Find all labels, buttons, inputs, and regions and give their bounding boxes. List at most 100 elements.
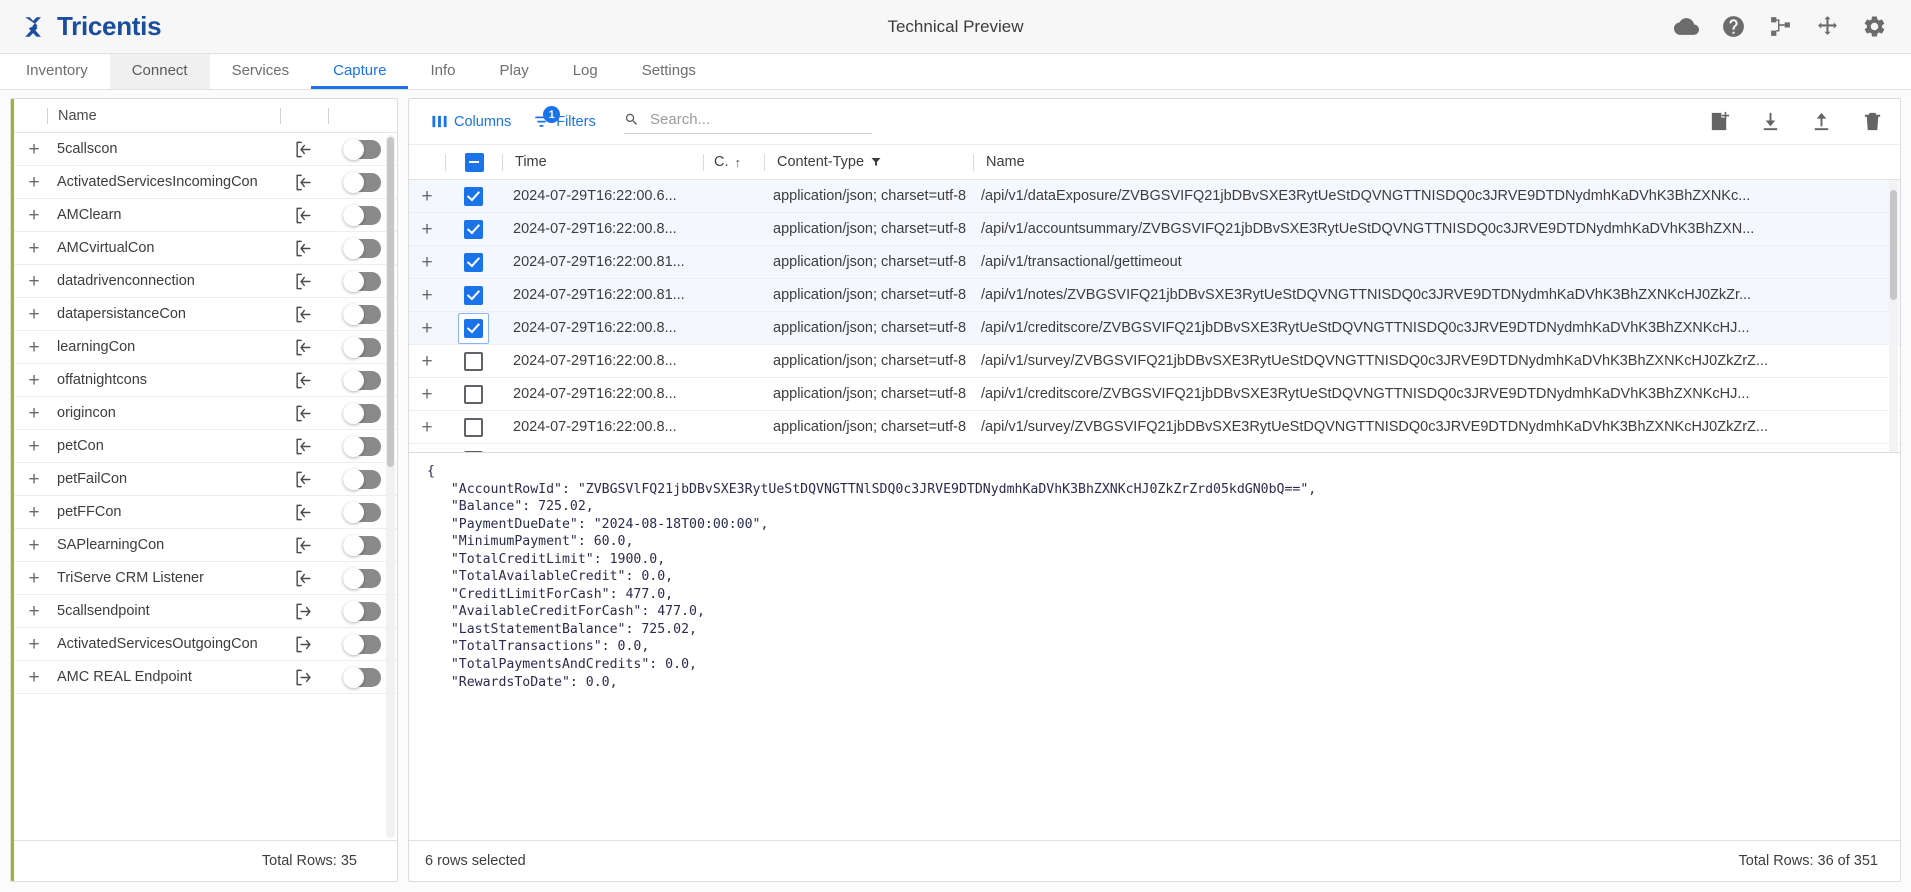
grid-column-time[interactable]: Time (503, 154, 703, 170)
row-select-cell[interactable] (445, 351, 501, 371)
select-all-checkbox[interactable] (464, 152, 484, 172)
toggle-switch[interactable] (343, 402, 381, 424)
toggle-switch[interactable] (343, 336, 381, 358)
gear-icon[interactable] (1862, 14, 1887, 39)
connection-row[interactable]: + ActivatedServicesOutgoingCon (11, 628, 397, 661)
expand-row-button[interactable]: + (409, 319, 445, 338)
table-row[interactable]: +2024-07-29T16:22:00.8... application/jso… (409, 312, 1900, 345)
expand-row-button[interactable]: + (409, 187, 445, 206)
tab-inventory[interactable]: Inventory (4, 54, 110, 89)
row-select-cell[interactable] (445, 186, 501, 206)
row-checkbox[interactable] (463, 252, 483, 272)
expand-row-button[interactable]: + (11, 536, 57, 555)
expand-row-button[interactable]: + (11, 371, 57, 390)
expand-row-button[interactable]: + (11, 470, 57, 489)
row-checkbox[interactable] (463, 186, 483, 206)
upload-icon[interactable] (1810, 110, 1833, 133)
expand-row-button[interactable]: + (11, 569, 57, 588)
scrollbar-thumb[interactable] (1890, 190, 1897, 300)
expand-row-button[interactable]: − (409, 451, 445, 453)
row-select-cell[interactable] (445, 312, 501, 344)
filter-funnel-icon[interactable] (870, 156, 882, 168)
capture-grid-body[interactable]: +2024-07-29T16:22:00.6... application/jso… (409, 180, 1900, 452)
expand-row-button[interactable]: + (11, 404, 57, 423)
download-icon[interactable] (1759, 110, 1782, 133)
table-row[interactable]: +2024-07-29T16:22:00.81... application/js… (409, 246, 1900, 279)
expand-row-button[interactable]: + (11, 602, 57, 621)
connection-row[interactable]: +5callsendpoint (11, 595, 397, 628)
row-select-cell[interactable] (445, 417, 501, 437)
table-row[interactable]: +2024-07-29T16:22:00.8... application/jso… (409, 345, 1900, 378)
toggle-switch[interactable] (343, 633, 381, 655)
row-checkbox[interactable] (463, 417, 483, 437)
grid-column-c[interactable]: C. ↑ (704, 154, 764, 170)
expand-row-button[interactable]: + (409, 286, 445, 305)
toggle-switch[interactable] (343, 204, 381, 226)
table-row[interactable]: +2024-07-29T16:22:00.8... application/jso… (409, 411, 1900, 444)
delete-icon[interactable] (1861, 110, 1884, 133)
connection-row[interactable]: + offatnightcons (11, 364, 397, 397)
filters-button[interactable]: 1 Filters (527, 106, 601, 134)
tab-capture[interactable]: Capture (311, 54, 409, 89)
connections-scrollbar[interactable] (386, 135, 395, 838)
connection-row[interactable]: + datapersistanceCon (11, 298, 397, 331)
grid-column-name[interactable]: Name (974, 154, 1886, 170)
row-select-cell[interactable] (445, 252, 501, 272)
connection-row[interactable]: + origincon (11, 397, 397, 430)
expand-row-button[interactable]: + (409, 220, 445, 239)
connection-row[interactable]: + AMC REAL Endpoint (11, 661, 397, 694)
row-select-cell[interactable] (445, 285, 501, 305)
toggle-switch[interactable] (343, 600, 381, 622)
expand-row-button[interactable]: + (11, 272, 57, 291)
tab-play[interactable]: Play (478, 54, 551, 89)
grid-scrollbar[interactable] (1889, 180, 1898, 452)
search-input[interactable] (648, 109, 872, 129)
cloud-icon[interactable] (1674, 14, 1699, 39)
connection-row[interactable]: + AMCvirtualCon (11, 232, 397, 265)
table-row[interactable]: +2024-07-29T16:22:00.81... application/js… (409, 279, 1900, 312)
tab-connect[interactable]: Connect (109, 54, 210, 89)
row-checkbox[interactable] (463, 318, 483, 338)
expand-row-button[interactable]: + (11, 239, 57, 258)
table-row[interactable]: +2024-07-29T16:22:00.6... application/jso… (409, 180, 1900, 213)
connection-row[interactable]: + ActivatedServicesIncomingCon (11, 166, 397, 199)
row-checkbox[interactable] (463, 219, 483, 239)
toggle-switch[interactable] (343, 138, 381, 160)
expand-row-button[interactable]: + (11, 305, 57, 324)
expand-row-button[interactable]: + (409, 418, 445, 437)
expand-row-button[interactable]: + (11, 635, 57, 654)
row-select-cell[interactable] (445, 219, 501, 239)
table-row[interactable]: +2024-07-29T16:22:00.8... application/jso… (409, 213, 1900, 246)
table-row[interactable]: −2024-07-29T16:22:00.8...application/jso… (409, 444, 1900, 452)
toggle-switch[interactable] (343, 501, 381, 523)
expand-row-button[interactable]: + (409, 352, 445, 371)
row-checkbox[interactable] (463, 285, 483, 305)
connection-row[interactable]: +5callscon (11, 133, 397, 166)
toggle-switch[interactable] (343, 468, 381, 490)
table-row[interactable]: +2024-07-29T16:22:00.8... application/jso… (409, 378, 1900, 411)
toggle-switch[interactable] (343, 666, 381, 688)
connection-row[interactable]: + petFFCon (11, 496, 397, 529)
connections-column-name[interactable]: Name (48, 108, 280, 124)
toggle-switch[interactable] (343, 270, 381, 292)
toggle-switch[interactable] (343, 534, 381, 556)
toggle-switch[interactable] (343, 237, 381, 259)
expand-row-button[interactable]: + (11, 140, 57, 159)
search-box[interactable] (623, 109, 872, 134)
tab-info[interactable]: Info (408, 54, 477, 89)
help-icon[interactable] (1721, 14, 1746, 39)
brand-logo[interactable]: Tricentis (0, 11, 162, 42)
row-checkbox[interactable] (463, 450, 483, 452)
expand-row-button[interactable]: + (11, 503, 57, 522)
connection-row[interactable]: + AMClearn (11, 199, 397, 232)
row-checkbox[interactable] (463, 351, 483, 371)
connection-row[interactable]: + petCon (11, 430, 397, 463)
connection-row[interactable]: + learningCon (11, 331, 397, 364)
hierarchy-icon[interactable] (1768, 14, 1793, 39)
row-select-cell[interactable] (445, 450, 501, 452)
connection-row[interactable]: + SAPlearningCon (11, 529, 397, 562)
row-checkbox[interactable] (463, 384, 483, 404)
row-select-cell[interactable] (445, 384, 501, 404)
connection-row[interactable]: + TriServe CRM Listener (11, 562, 397, 595)
expand-row-button[interactable]: + (11, 173, 57, 192)
